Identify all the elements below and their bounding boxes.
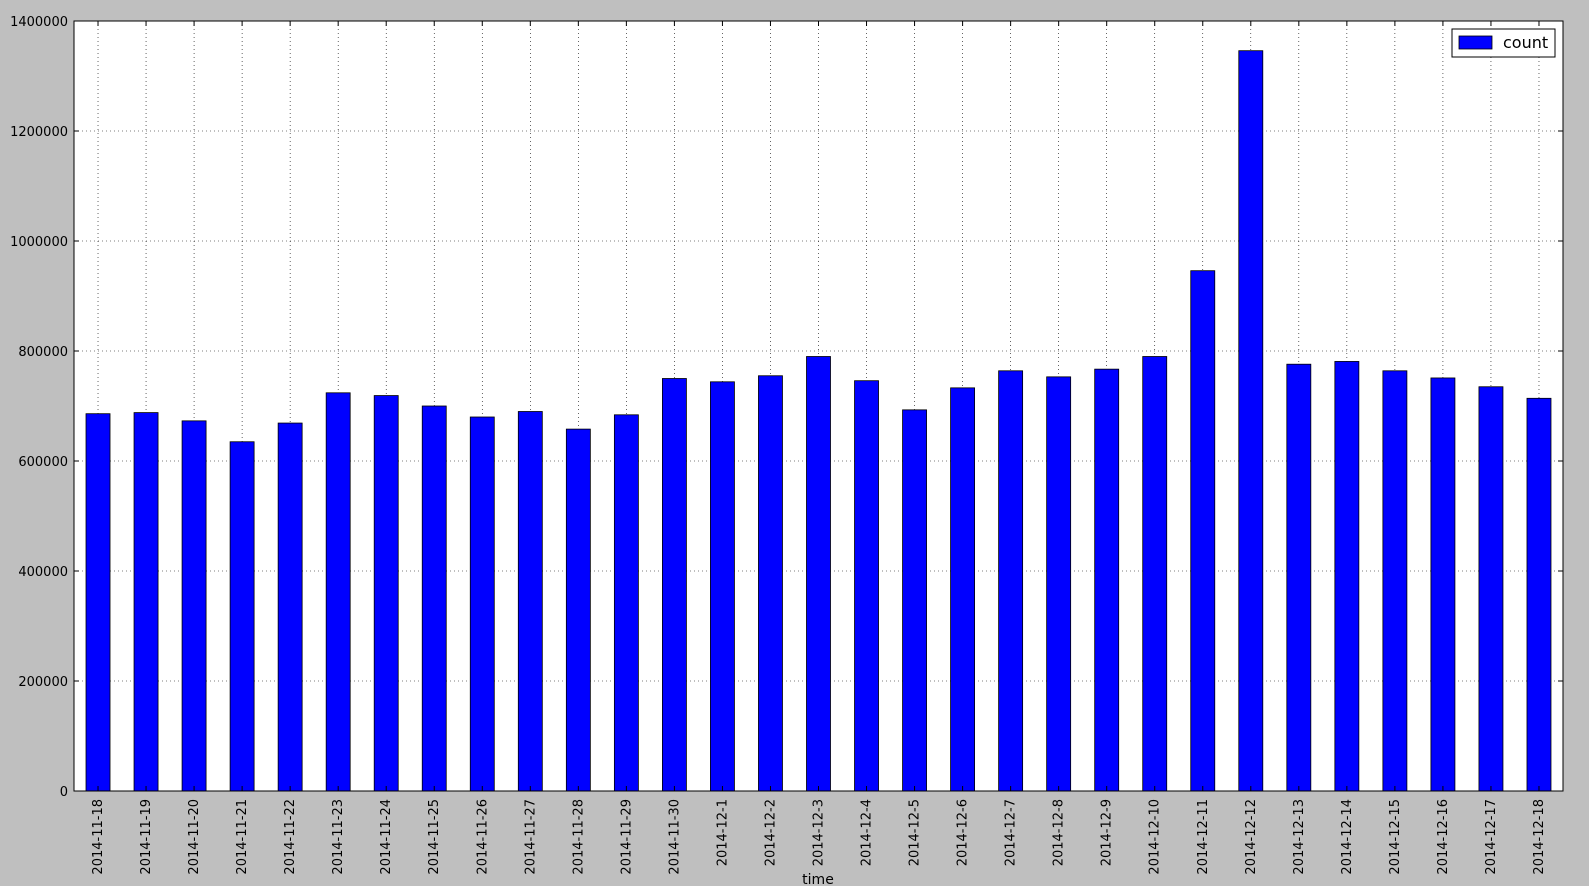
x-tick-label: 2014-12-5 [908, 799, 923, 866]
x-tick-label: 2014-12-11 [1196, 799, 1211, 875]
bar-2014-12-6 [950, 387, 976, 792]
bar-2014-12-15 [1382, 370, 1408, 792]
bar-2014-12-13 [1286, 363, 1312, 792]
bar-2014-11-19 [133, 412, 159, 792]
bar-chart: 0 200000 400000 600000 800000 1000000 1200000 1… [10, 15, 1564, 886]
x-tick-label: 2014-12-4 [860, 799, 875, 866]
x-tick-label: 2014-11-27 [523, 799, 538, 875]
x-tick-label: 2014-12-9 [1100, 799, 1115, 866]
x-tick-label: 2014-11-25 [427, 799, 442, 875]
bar-2014-12-18 [1526, 397, 1552, 792]
bar-2014-12-8 [1046, 376, 1072, 792]
bar-2014-12-4 [854, 380, 879, 792]
bar-2014-12-1 [710, 381, 735, 792]
y-tick-label: 1000000 [10, 235, 68, 250]
bar-2014-12-12 [1238, 50, 1264, 792]
bar-2014-11-26 [469, 416, 495, 792]
x-tick-label: 2014-12-8 [1052, 799, 1067, 866]
bar-2014-11-21 [229, 441, 255, 792]
bar-2014-11-29 [613, 414, 639, 792]
legend-label: count [1503, 33, 1548, 52]
x-tick-label: 2014-12-7 [1004, 799, 1019, 866]
x-tick-label: 2014-11-18 [91, 799, 106, 875]
legend-swatch [1458, 35, 1493, 50]
x-tick-label: 2014-12-14 [1340, 799, 1355, 875]
bar-2014-11-27 [517, 411, 543, 792]
y-tick-label: 1400000 [10, 15, 68, 30]
bar-2014-12-10 [1142, 356, 1168, 792]
x-tick-label: 2014-12-15 [1388, 799, 1403, 875]
y-tick-label: 0 [60, 785, 68, 800]
x-tick-label: 2014-11-26 [475, 799, 490, 875]
bar-2014-12-2 [758, 375, 783, 792]
x-tick-label: 2014-11-23 [331, 799, 346, 875]
bar-2014-12-9 [1094, 368, 1120, 792]
x-tick-label: 2014-12-13 [1292, 799, 1307, 875]
x-tick-label: 2014-12-10 [1148, 799, 1163, 875]
y-tick-label: 600000 [18, 455, 68, 470]
bar-2014-12-11 [1190, 270, 1216, 792]
x-tick-label: 2014-12-6 [956, 799, 971, 866]
x-tick-label: 2014-11-28 [571, 799, 586, 875]
y-tick-label: 400000 [18, 565, 68, 580]
bar-2014-12-14 [1334, 361, 1360, 792]
bar-2014-12-7 [998, 370, 1024, 792]
x-tick-label: 2014-12-16 [1436, 799, 1451, 875]
x-tick-label: 2014-11-20 [187, 799, 202, 875]
bar-2014-12-5 [902, 409, 927, 792]
bar-2014-11-23 [325, 392, 351, 792]
bar-2014-12-17 [1478, 386, 1504, 792]
bar-2014-12-16 [1430, 377, 1456, 792]
y-tick-label: 1200000 [10, 125, 68, 140]
bar-2014-11-18 [85, 413, 111, 792]
x-tick-label: 2014-11-19 [139, 799, 154, 875]
x-tick-label: 2014-11-29 [619, 799, 634, 875]
bar-2014-11-25 [421, 405, 447, 792]
x-tick-label: 2014-11-24 [379, 799, 394, 875]
bar-2014-11-24 [373, 395, 399, 792]
x-tick-label: 2014-11-30 [667, 799, 682, 875]
x-tick-label: 2014-12-1 [715, 799, 730, 866]
x-tick-label: 2014-12-18 [1532, 799, 1547, 875]
x-tick-label: 2014-12-17 [1484, 799, 1499, 875]
x-axis-label: time [802, 872, 834, 886]
x-tick-label: 2014-11-21 [235, 799, 250, 875]
y-tick-label: 800000 [18, 345, 68, 360]
bar-2014-11-20 [181, 420, 207, 792]
bar-2014-11-30 [661, 378, 687, 792]
y-tick-label: 200000 [18, 675, 68, 690]
legend: count [1451, 28, 1556, 58]
bar-2014-11-28 [565, 428, 591, 792]
x-tick-label: 2014-12-12 [1244, 799, 1259, 875]
x-tick-label: 2014-12-2 [763, 799, 778, 866]
bar-2014-11-22 [277, 422, 303, 792]
x-tick-label: 2014-12-3 [812, 799, 827, 866]
bar-2014-12-3 [806, 356, 831, 792]
x-tick-label: 2014-11-22 [283, 799, 298, 875]
